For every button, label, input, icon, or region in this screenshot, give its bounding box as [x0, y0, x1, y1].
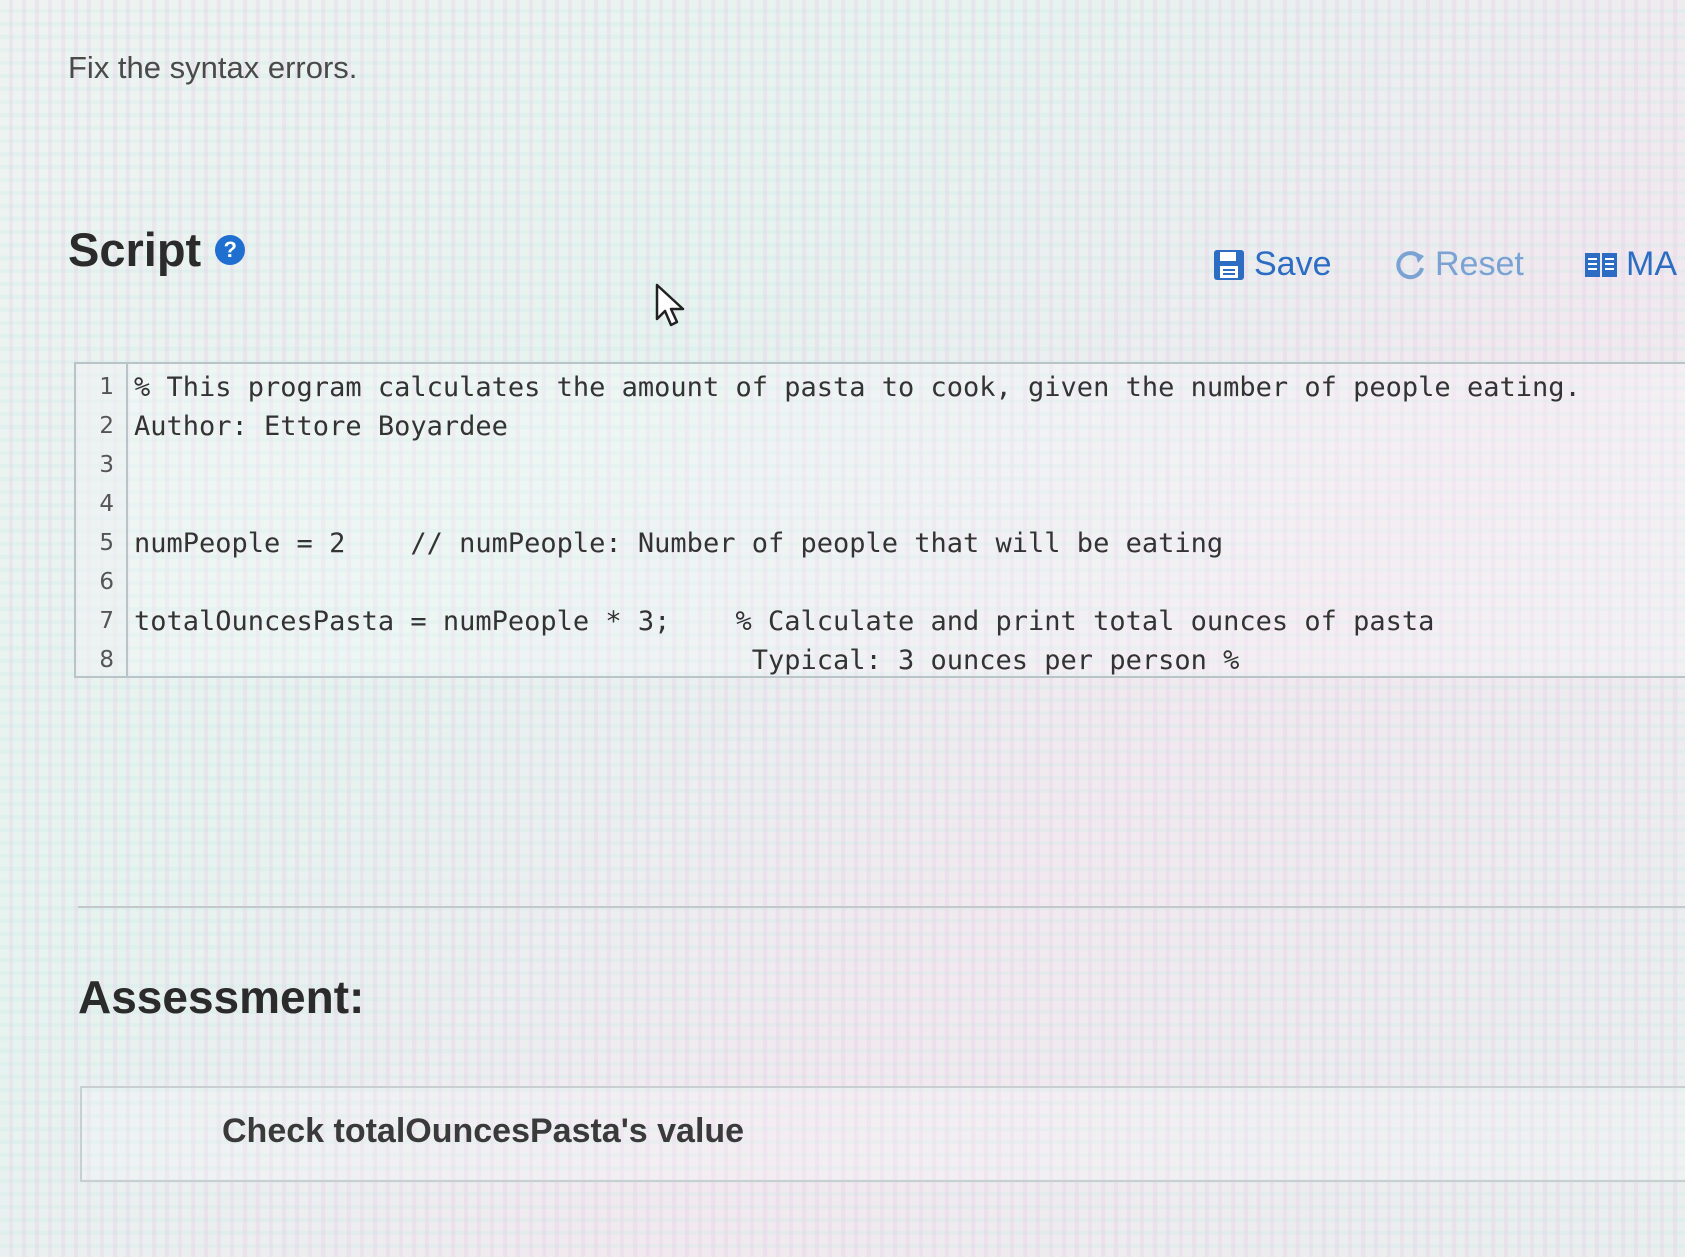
mat-label: MA: [1626, 245, 1677, 283]
line-number: 4: [99, 491, 114, 517]
section-divider: [78, 906, 1685, 908]
line-number: 2: [99, 413, 114, 439]
reset-button[interactable]: Reset: [1393, 245, 1524, 284]
script-heading: Script ?: [68, 222, 246, 277]
code-line[interactable]: numPeople = 2 // numPeople: Number of pe…: [134, 528, 1223, 559]
line-number: 3: [99, 452, 114, 478]
code-editor[interactable]: 1 2 3 4 5 6 7 8 % This program calculate…: [74, 362, 1685, 678]
line-number: 6: [99, 569, 114, 595]
book-icon: [1585, 252, 1617, 277]
line-number: 7: [99, 608, 114, 634]
reset-label: Reset: [1435, 245, 1524, 283]
instructions-text: Fix the syntax errors.: [68, 50, 358, 85]
save-button[interactable]: Save: [1212, 245, 1332, 284]
code-line[interactable]: Typical: 3 ounces per person %: [134, 645, 1240, 676]
assessment-check-box: Check totalOuncesPasta's value: [80, 1086, 1685, 1182]
mouse-cursor-icon: [655, 283, 685, 327]
line-number: 5: [99, 530, 114, 556]
code-line[interactable]: % This program calculates the amount of …: [134, 372, 1581, 403]
matlab-docs-button[interactable]: MA: [1584, 245, 1677, 284]
check-label: Check totalOuncesPasta's value: [222, 1112, 745, 1150]
script-title: Script: [68, 223, 202, 276]
save-icon: [1214, 249, 1244, 280]
line-number-gutter: 1 2 3 4 5 6 7 8: [76, 364, 128, 676]
code-line[interactable]: totalOuncesPasta = numPeople * 3; % Calc…: [134, 606, 1434, 637]
help-icon[interactable]: ?: [215, 234, 246, 265]
save-label: Save: [1254, 245, 1332, 283]
code-line[interactable]: Author: Ettore Boyardee: [134, 411, 508, 442]
reset-icon: [1396, 250, 1424, 279]
line-number: 8: [99, 647, 114, 673]
assessment-heading: Assessment:: [78, 971, 365, 1023]
line-number: 1: [99, 374, 114, 400]
